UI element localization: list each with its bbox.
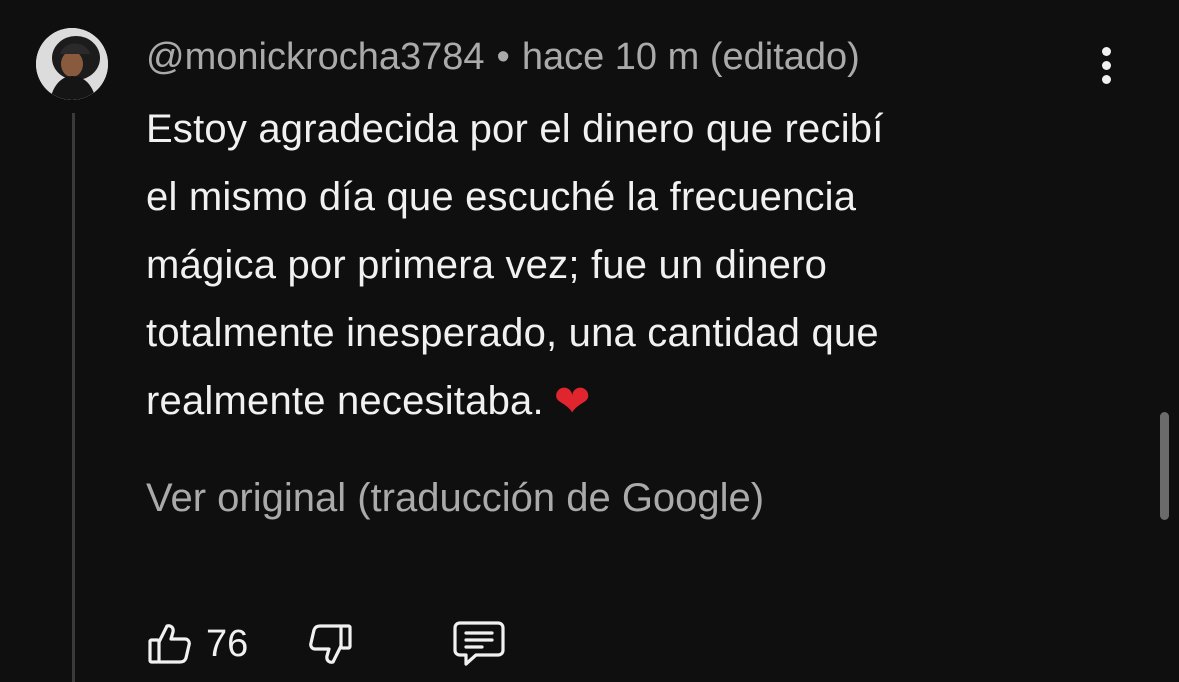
thumb-down-icon (309, 624, 352, 664)
comment-text: Estoy agradecida por el dinero que recib… (146, 95, 1106, 436)
comment-line: totalmente inesperado, una cantidad que (146, 311, 879, 355)
comment-line: realmente necesitaba. (146, 379, 544, 423)
scrollbar-thumb[interactable] (1160, 412, 1169, 520)
dislike-button[interactable] (306, 620, 354, 668)
comment-header: @monickrocha3784 • hace 10 m (editado) (146, 34, 860, 80)
more-vert-icon-dot (1101, 74, 1111, 84)
comment-line: Estoy agradecida por el dinero que recib… (146, 107, 884, 151)
thread-line (72, 113, 75, 682)
comment-time: hace 10 m (editado) (521, 36, 860, 78)
more-options-button[interactable] (1090, 42, 1122, 88)
like-count: 76 (206, 622, 249, 665)
more-vert-icon (1101, 46, 1111, 56)
like-button[interactable]: 76 (146, 620, 248, 668)
more-vert-icon-dot (1101, 60, 1111, 70)
avatar-image (36, 28, 108, 100)
comment-line-last: realmente necesitaba. ❤ (146, 367, 1106, 436)
thumb-up-icon (148, 624, 191, 664)
comment-line: el mismo día que escuché la frecuencia (146, 175, 857, 219)
view-original-link[interactable]: Ver original (traducción de Google) (146, 474, 764, 522)
meta-separator: • (496, 36, 510, 78)
comment-actions: 76 (146, 616, 506, 672)
reply-comment-icon (453, 621, 505, 666)
author-name[interactable]: @monickrocha3784 (146, 36, 485, 78)
reply-button[interactable] (452, 619, 506, 669)
comment-line: mágica por primera vez; fue un dinero (146, 243, 828, 287)
heart-emoji-icon: ❤ (553, 376, 591, 427)
avatar[interactable] (36, 28, 108, 100)
